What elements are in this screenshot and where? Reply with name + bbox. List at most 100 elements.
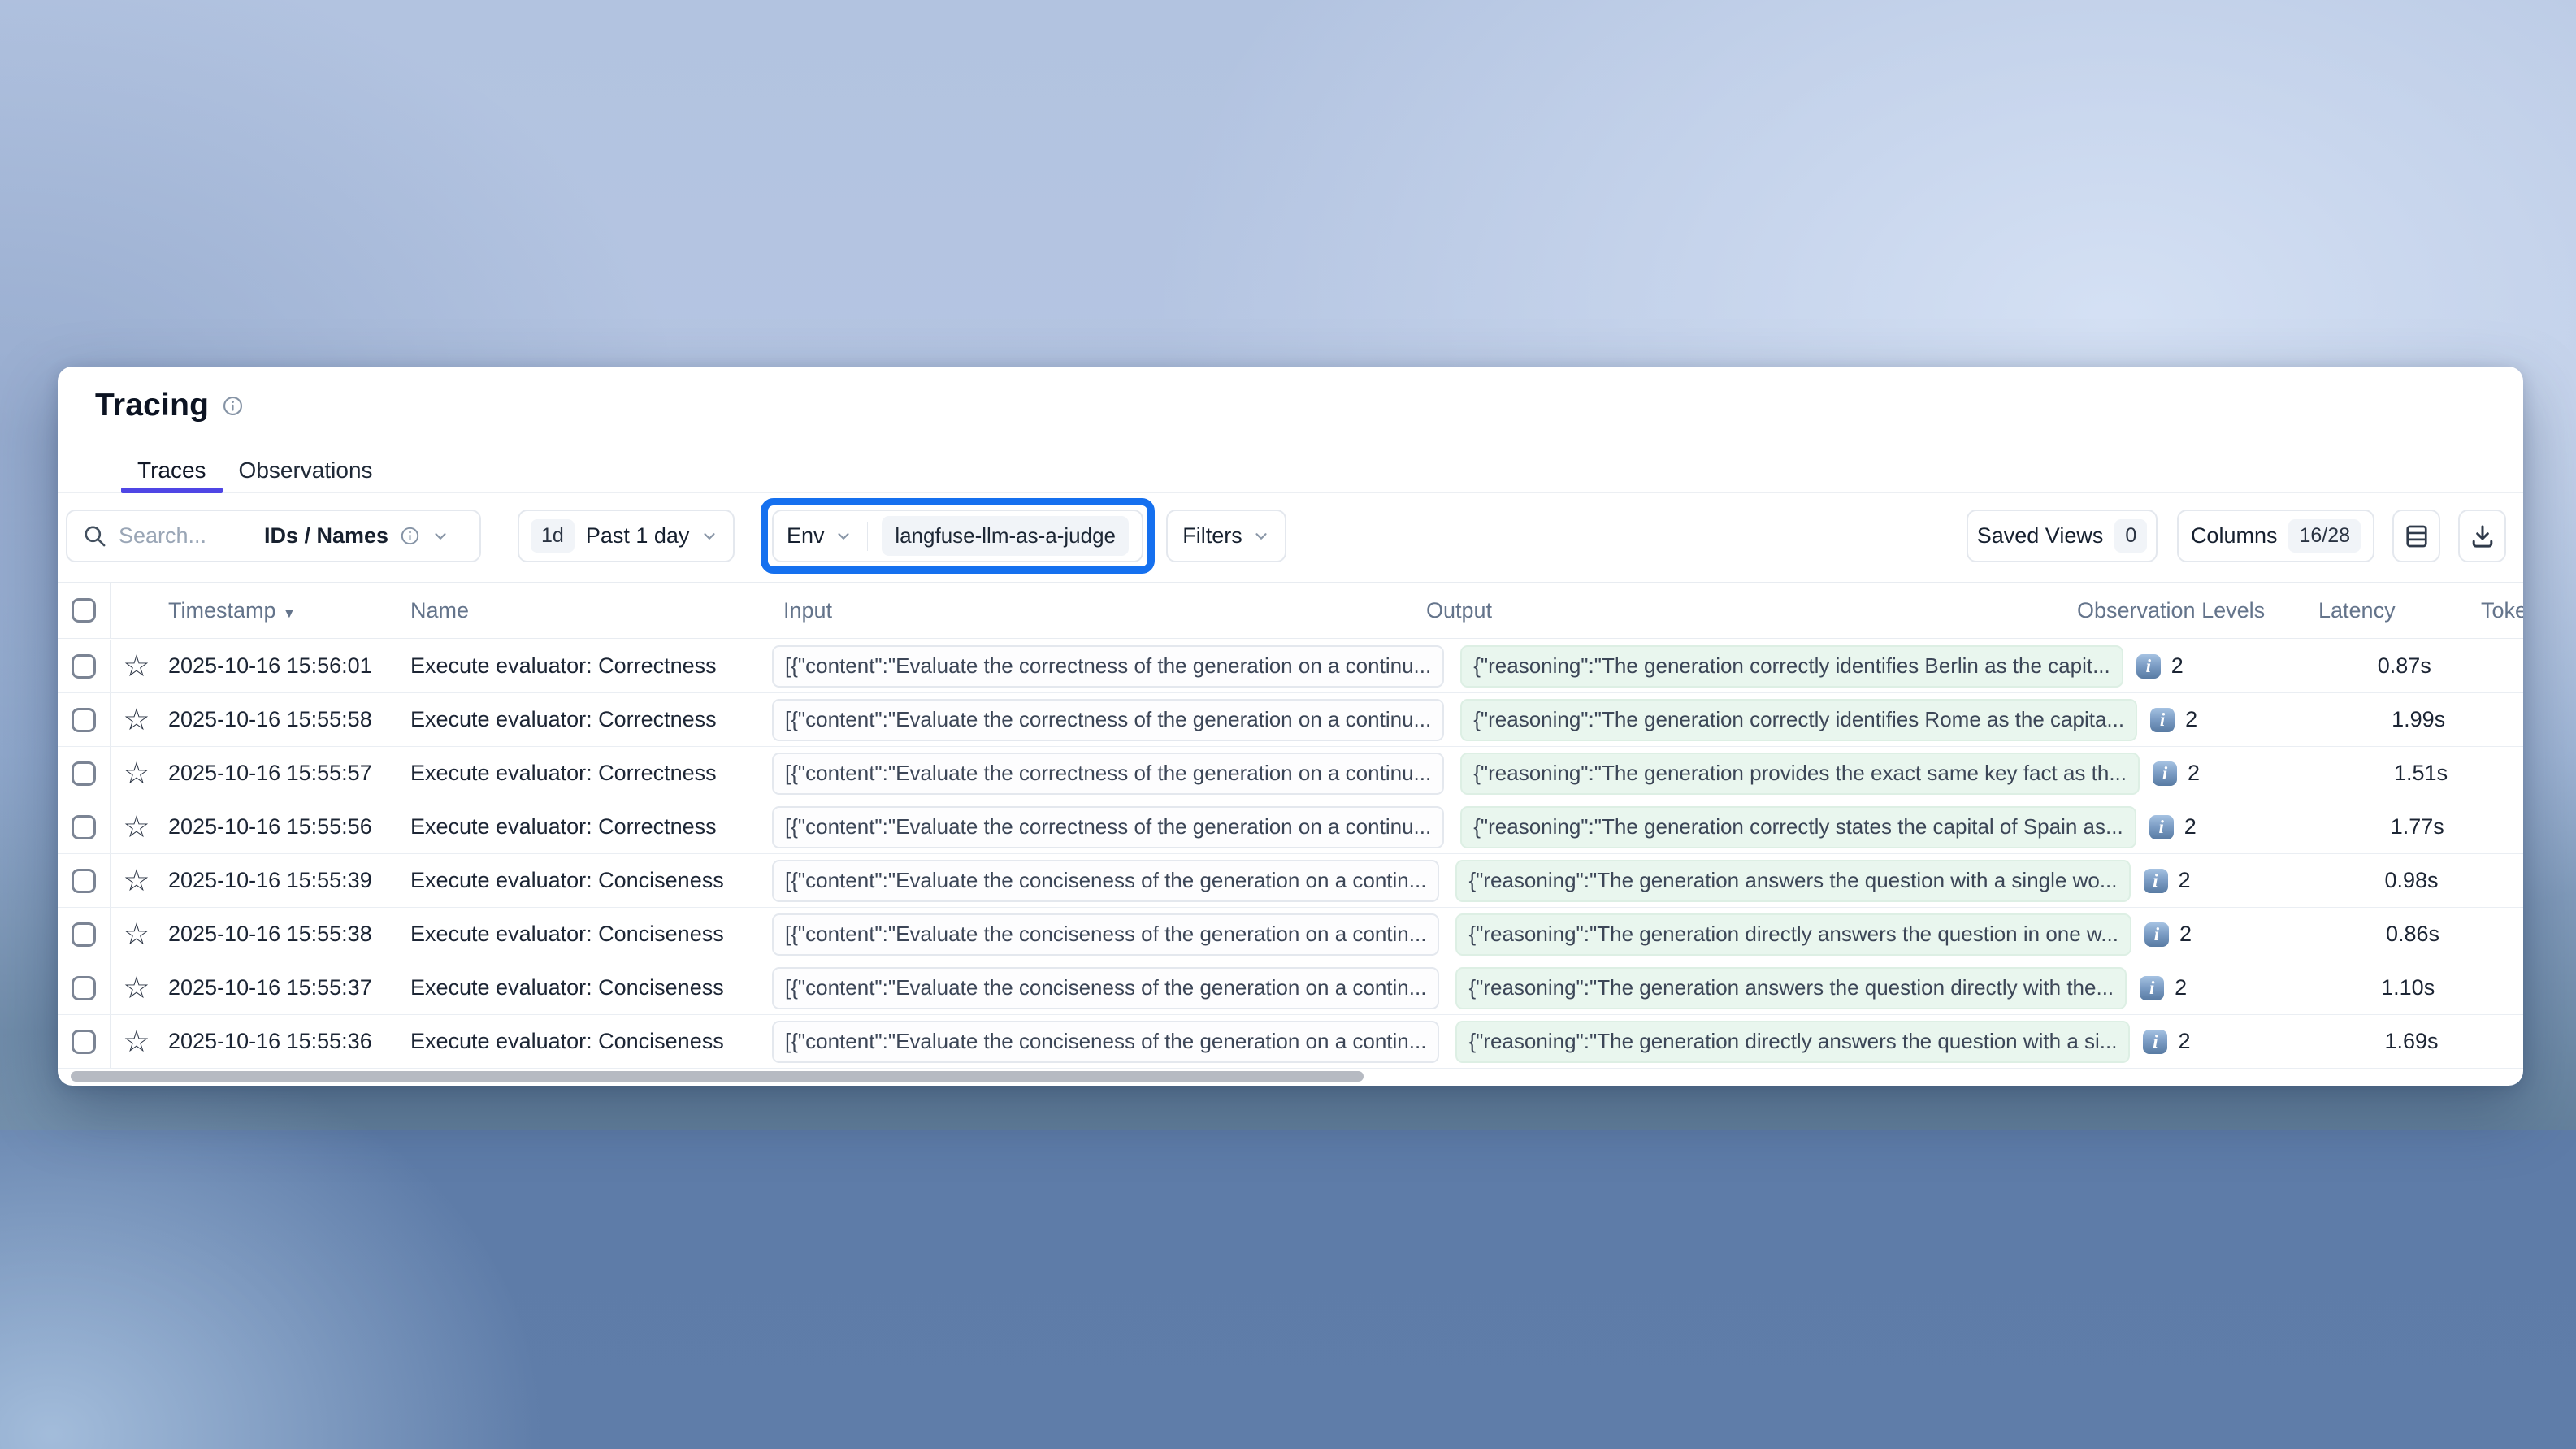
cell-input[interactable]: [{"content":"Evaluate the correctness of… — [772, 645, 1444, 688]
search-box[interactable]: IDs / Names — [66, 510, 481, 562]
cell-tokens: 479 → — [2481, 653, 2523, 679]
select-all-checkbox[interactable] — [72, 598, 96, 623]
row-checkbox[interactable] — [72, 708, 96, 732]
info-level-icon: i — [2150, 708, 2175, 732]
star-icon[interactable]: ☆ — [123, 758, 150, 788]
chevron-down-icon — [700, 527, 718, 545]
env-filter-button[interactable]: Env langfuse-llm-as-a-judge — [772, 510, 1143, 562]
star-icon[interactable]: ☆ — [123, 919, 150, 949]
column-header-output[interactable]: Output — [1414, 598, 2064, 623]
saved-views-button[interactable]: Saved Views 0 — [1967, 510, 2158, 562]
cell-tokens: 479 → — [2497, 761, 2523, 786]
star-icon[interactable]: ☆ — [123, 1026, 150, 1056]
cell-output[interactable]: {"reasoning":"The generation answers the… — [1455, 860, 2130, 902]
cell-input[interactable]: [{"content":"Evaluate the correctness of… — [772, 699, 1444, 741]
row-checkbox[interactable] — [72, 869, 96, 893]
cell-observation-count: 2 — [2188, 761, 2200, 786]
cell-observation-count: 2 — [2179, 868, 2191, 893]
table-row[interactable]: ☆ 2025-10-16 15:56:01 Execute evaluator:… — [58, 640, 2523, 693]
cell-timestamp: 2025-10-16 15:55:57 — [163, 761, 410, 786]
row-height-icon — [2402, 522, 2431, 551]
cell-output[interactable]: {"reasoning":"The generation correctly s… — [1460, 806, 2136, 848]
chevron-down-icon — [1252, 527, 1270, 545]
cell-timestamp: 2025-10-16 15:55:39 — [163, 868, 410, 893]
table-row[interactable]: ☆ 2025-10-16 15:55:56 Execute evaluator:… — [58, 800, 2523, 854]
cell-output[interactable]: {"reasoning":"The generation provides th… — [1460, 753, 2140, 795]
time-range-badge: 1d — [531, 519, 575, 553]
table-row[interactable]: ☆ 2025-10-16 15:55:38 Execute evaluator:… — [58, 908, 2523, 961]
toolbar: IDs / Names 1d Past 1 day Env langfu — [58, 510, 2523, 586]
cell-input[interactable]: [{"content":"Evaluate the correctness of… — [772, 753, 1444, 795]
table-row[interactable]: ☆ 2025-10-16 15:55:39 Execute evaluator:… — [58, 854, 2523, 908]
tab-observations[interactable]: Observations — [223, 449, 389, 492]
cell-output[interactable]: {"reasoning":"The generation directly an… — [1455, 1021, 2130, 1063]
star-icon[interactable]: ☆ — [123, 651, 150, 681]
info-icon — [400, 526, 420, 546]
horizontal-scrollbar[interactable] — [71, 1071, 1364, 1082]
export-button[interactable] — [2458, 510, 2506, 562]
page-title: Tracing — [95, 388, 209, 423]
table-row[interactable]: ☆ 2025-10-16 15:55:37 Execute evaluator:… — [58, 961, 2523, 1015]
row-checkbox[interactable] — [72, 815, 96, 839]
cell-name: Execute evaluator: Conciseness — [410, 868, 764, 893]
time-range-label: Past 1 day — [586, 523, 690, 549]
row-checkbox[interactable] — [72, 922, 96, 947]
cell-latency: 1.69s — [2382, 1029, 2487, 1054]
cell-input[interactable]: [{"content":"Evaluate the conciseness of… — [772, 1021, 1439, 1063]
chevron-down-icon — [835, 527, 852, 545]
info-level-icon: i — [2136, 654, 2161, 679]
column-header-input[interactable]: Input — [764, 598, 1414, 623]
cell-latency: 0.87s — [2375, 653, 2481, 679]
cell-input[interactable]: [{"content":"Evaluate the conciseness of… — [772, 860, 1439, 902]
sort-desc-icon: ▼ — [283, 605, 297, 621]
info-level-icon: i — [2144, 869, 2168, 893]
search-icon — [82, 523, 107, 549]
info-level-icon: i — [2143, 1030, 2167, 1054]
table-row[interactable]: ☆ 2025-10-16 15:55:57 Execute evaluator:… — [58, 747, 2523, 800]
row-checkbox[interactable] — [72, 654, 96, 679]
cell-output[interactable]: {"reasoning":"The generation correctly i… — [1460, 699, 2137, 741]
column-header-observation-levels[interactable]: Observation Levels — [2064, 598, 2316, 623]
row-checkbox[interactable] — [72, 1030, 96, 1054]
row-height-button[interactable] — [2392, 510, 2440, 562]
cell-timestamp: 2025-10-16 15:56:01 — [163, 653, 410, 679]
star-icon[interactable]: ☆ — [123, 705, 150, 735]
cell-input[interactable]: [{"content":"Evaluate the conciseness of… — [772, 967, 1439, 1009]
columns-count: 16/28 — [2288, 519, 2361, 553]
column-header-latency[interactable]: Latency — [2316, 598, 2422, 623]
cell-input[interactable]: [{"content":"Evaluate the conciseness of… — [772, 913, 1439, 956]
tab-traces[interactable]: Traces — [121, 449, 223, 492]
star-icon[interactable]: ☆ — [123, 812, 150, 842]
cell-output[interactable]: {"reasoning":"The generation directly an… — [1455, 913, 2131, 956]
cell-tokens: 343 → — [2484, 975, 2523, 1000]
filters-button[interactable]: Filters — [1166, 510, 1286, 562]
cell-tokens: 343 → — [2489, 922, 2523, 947]
page-header: Tracing — [95, 388, 244, 423]
cell-input[interactable]: [{"content":"Evaluate the correctness of… — [772, 806, 1444, 848]
row-checkbox[interactable] — [72, 761, 96, 786]
info-icon[interactable] — [222, 395, 244, 417]
cell-output[interactable]: {"reasoning":"The generation answers the… — [1455, 967, 2127, 1009]
info-level-icon: i — [2153, 761, 2177, 786]
star-icon[interactable]: ☆ — [123, 973, 150, 1003]
cell-timestamp: 2025-10-16 15:55:38 — [163, 922, 410, 947]
search-input[interactable] — [119, 523, 253, 549]
column-header-name[interactable]: Name — [410, 598, 764, 623]
columns-button[interactable]: Columns 16/28 — [2177, 510, 2374, 562]
saved-views-label: Saved Views — [1977, 523, 2104, 549]
info-level-icon: i — [2149, 815, 2174, 839]
table-row[interactable]: ☆ 2025-10-16 15:55:58 Execute evaluator:… — [58, 693, 2523, 747]
column-header-tokens[interactable]: Tokens — [2422, 598, 2523, 623]
cell-name: Execute evaluator: Correctness — [410, 761, 764, 786]
columns-label: Columns — [2191, 523, 2278, 549]
star-icon[interactable]: ☆ — [123, 865, 150, 896]
column-header-timestamp[interactable]: Timestamp▼ — [163, 598, 410, 623]
cell-name: Execute evaluator: Correctness — [410, 814, 764, 839]
cell-latency: 1.10s — [2379, 975, 2484, 1000]
time-range-button[interactable]: 1d Past 1 day — [518, 510, 735, 562]
table-row[interactable]: ☆ 2025-10-16 15:55:36 Execute evaluator:… — [58, 1015, 2523, 1069]
row-checkbox[interactable] — [72, 976, 96, 1000]
cell-observation-count: 2 — [2178, 1029, 2190, 1054]
env-value-chip[interactable]: langfuse-llm-as-a-judge — [882, 516, 1129, 556]
cell-output[interactable]: {"reasoning":"The generation correctly i… — [1460, 645, 2123, 688]
